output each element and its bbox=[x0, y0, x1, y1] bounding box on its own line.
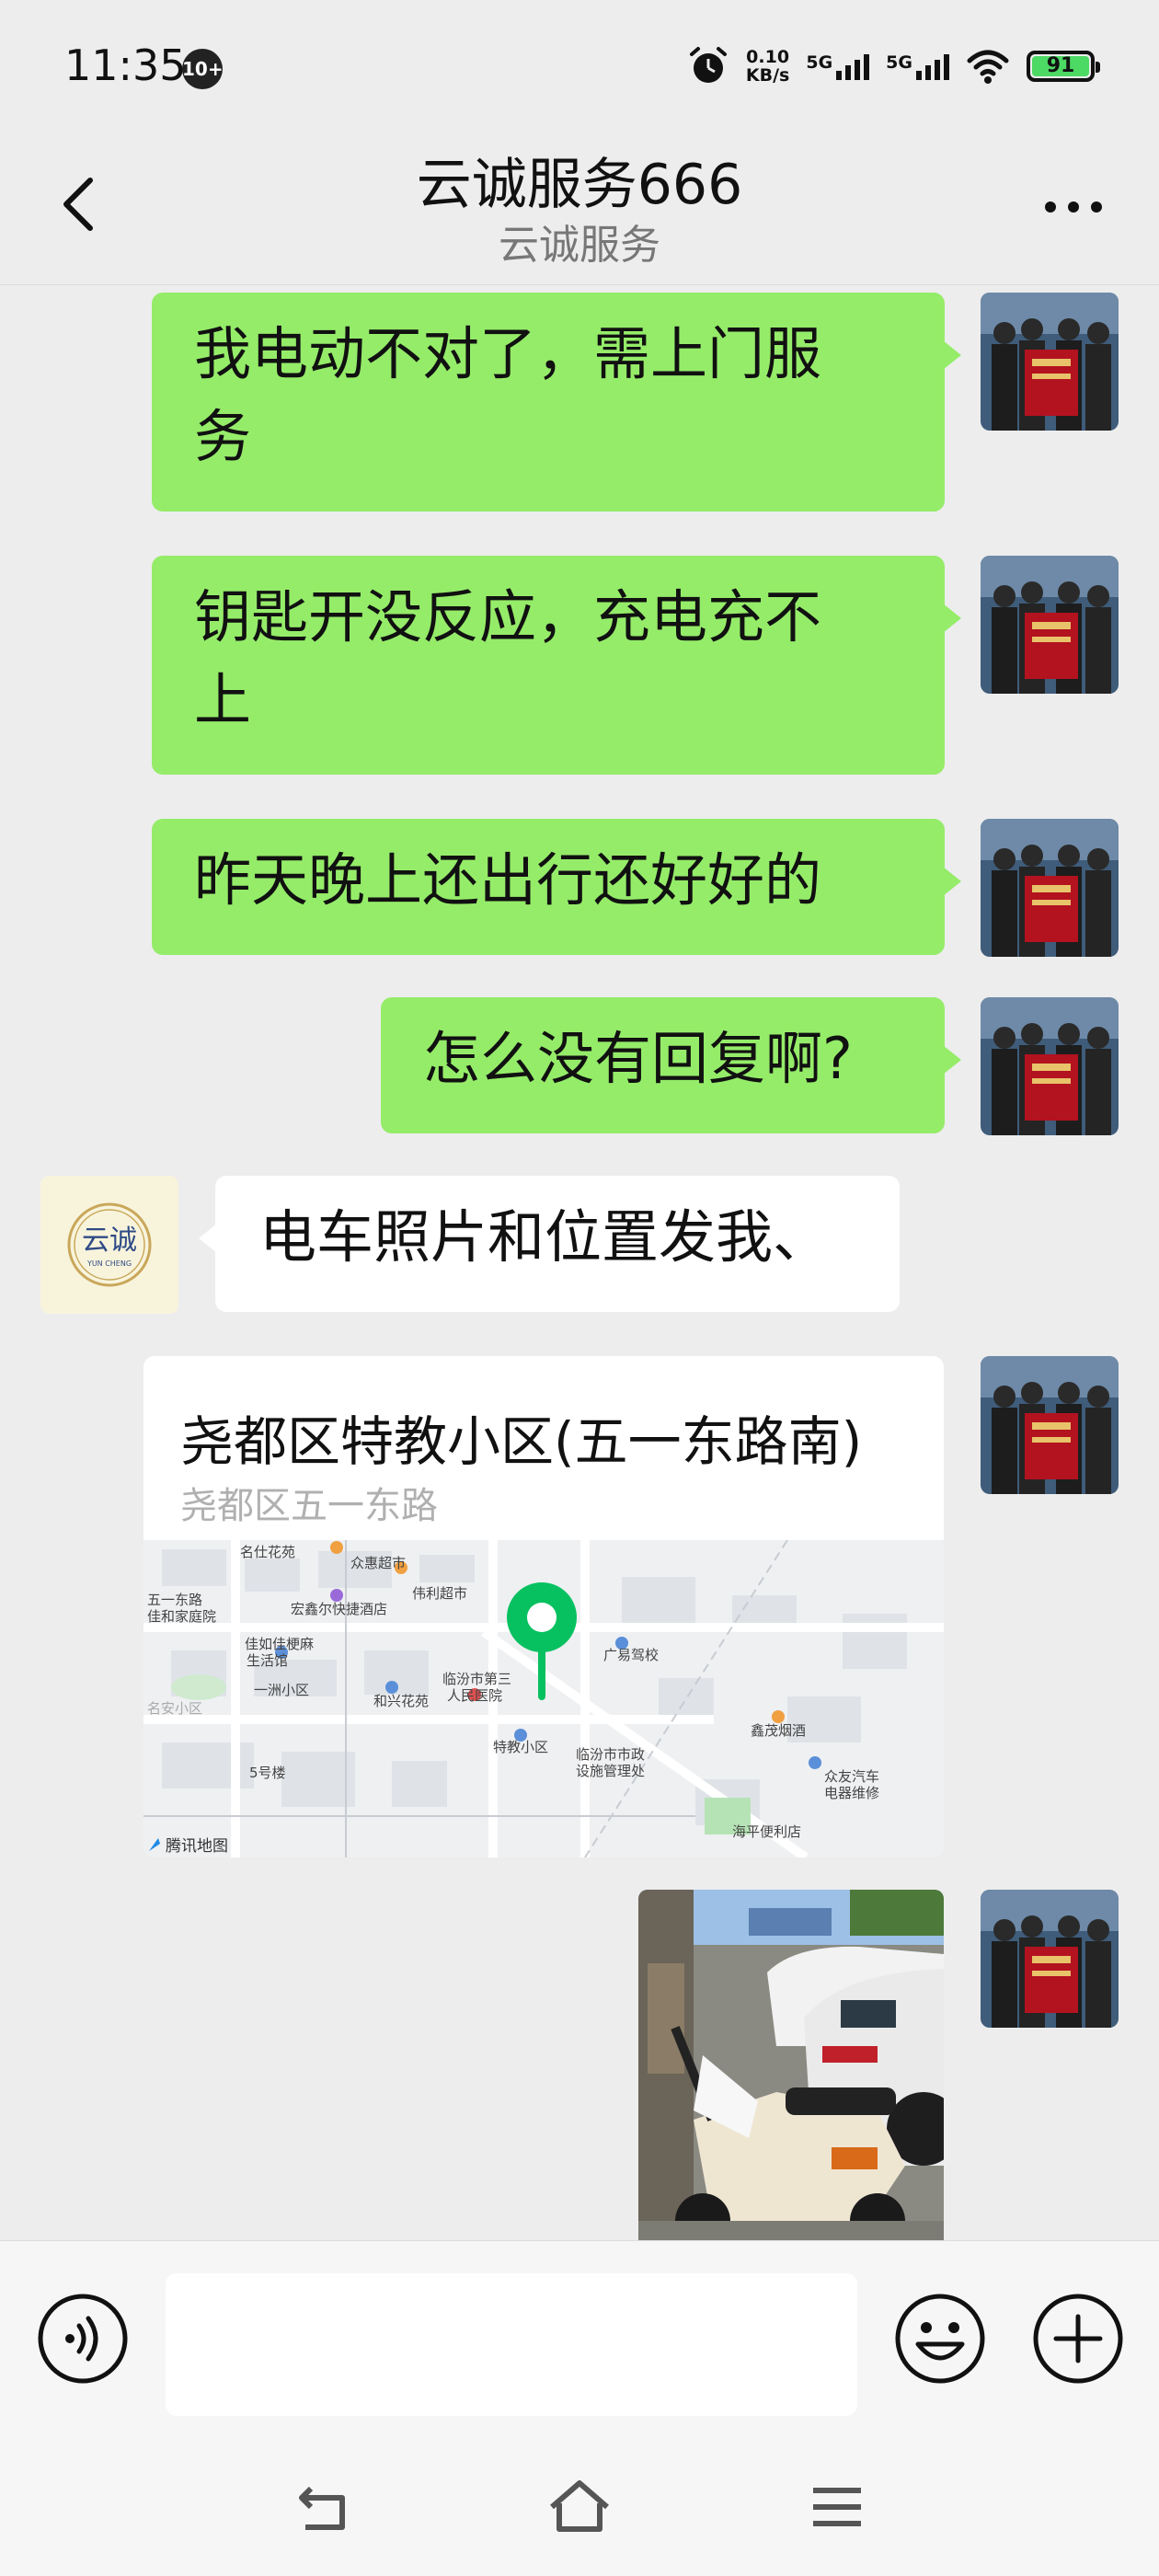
map-label: 电器维修 bbox=[824, 1785, 879, 1801]
battery-level: 91 bbox=[1032, 56, 1089, 76]
sent-message-bubble[interactable]: 昨天晚上还出行还好好的 bbox=[152, 819, 961, 955]
message-text: 怎么没有回复啊? bbox=[423, 1025, 853, 1092]
map-label: 名仕花苑 bbox=[240, 1544, 295, 1560]
map-label: 伟利超市 bbox=[412, 1585, 467, 1602]
my-avatar[interactable] bbox=[981, 1890, 1119, 2028]
signal-1: 5G bbox=[806, 52, 870, 80]
message-input[interactable] bbox=[166, 2273, 857, 2416]
map-label: 特教小区 bbox=[493, 1739, 548, 1755]
sent-message-bubble[interactable]: 怎么没有回复啊? bbox=[381, 997, 961, 1133]
alarm-icon bbox=[689, 47, 727, 83]
system-back-button[interactable] bbox=[285, 2470, 359, 2544]
map-label: 临汾市市政 bbox=[576, 1746, 645, 1763]
chat-header: 云诚服务666 云诚服务 bbox=[0, 138, 1159, 285]
network-speed-value: 0.10 bbox=[746, 47, 790, 67]
message-text: 上 bbox=[194, 666, 252, 733]
my-avatar[interactable] bbox=[981, 1356, 1119, 1494]
map-label: 鑫茂烟酒 bbox=[751, 1722, 806, 1739]
notification-badge: 10+ bbox=[182, 49, 224, 89]
chat-title: 云诚服务666 bbox=[416, 153, 743, 217]
map-provider-text: 腾讯地图 bbox=[166, 1837, 228, 1856]
map-label: 海平便利店 bbox=[732, 1823, 801, 1840]
wifi-icon bbox=[967, 50, 1009, 84]
scooter-photo bbox=[638, 1890, 944, 2240]
system-navigation-bar bbox=[0, 2433, 1159, 2576]
sent-message-bubble[interactable]: 钥匙开没反应，充电充不 上 bbox=[152, 556, 961, 775]
system-back-icon bbox=[299, 2486, 345, 2530]
user-photo-icon bbox=[981, 293, 1119, 431]
map-label: 五一东路 bbox=[147, 1592, 202, 1608]
status-time: 11:35 bbox=[64, 40, 187, 90]
chat-message-list[interactable]: 我电动不对了，需上门服 务 钥匙开没反应，充电充不 上 昨天晚上还出行还好好的 … bbox=[0, 285, 1159, 2240]
map-label: 宏鑫尔快捷酒店 bbox=[291, 1601, 387, 1617]
map-label: 众惠超市 bbox=[350, 1555, 406, 1571]
battery-icon: 91 bbox=[1027, 51, 1100, 82]
my-avatar[interactable] bbox=[981, 819, 1119, 957]
my-avatar[interactable] bbox=[981, 997, 1119, 1135]
map-label: 人民医院 bbox=[447, 1687, 502, 1704]
sent-message-bubble[interactable]: 我电动不对了，需上门服 务 bbox=[152, 293, 961, 512]
message-text: 我电动不对了，需上门服 bbox=[194, 320, 822, 387]
contact-avatar[interactable]: 云诚 YUN CHENG bbox=[40, 1176, 178, 1314]
signal-2-label: 5G bbox=[886, 52, 912, 73]
location-title: 尧都区特教小区(五一东路南) bbox=[180, 1410, 863, 1473]
ellipsis-icon bbox=[1045, 201, 1102, 213]
user-photo-icon bbox=[981, 819, 1119, 957]
user-photo-icon bbox=[981, 997, 1119, 1135]
map-label: 生活馆 bbox=[247, 1652, 288, 1669]
map-label: 一洲小区 bbox=[254, 1682, 309, 1698]
message-text: 电车照片和位置发我、 bbox=[259, 1203, 831, 1271]
message-text: 务 bbox=[194, 403, 252, 470]
location-message-card[interactable]: 尧都区特教小区(五一东路南) 尧都区五一东路 名仕花苑 众惠超市 伟利超市 宏鑫… bbox=[143, 1356, 944, 1857]
received-message-bubble[interactable]: 电车照片和位置发我、 bbox=[199, 1176, 900, 1312]
chat-subtitle: 云诚服务 bbox=[499, 222, 660, 269]
user-photo-icon bbox=[981, 1890, 1119, 2028]
more-button[interactable] bbox=[1032, 175, 1115, 239]
map-label: 广易驾校 bbox=[603, 1647, 659, 1663]
signal-bars-icon bbox=[836, 52, 870, 80]
message-text: 钥匙开没反应，充电充不 bbox=[194, 583, 822, 650]
user-photo-icon bbox=[981, 1356, 1119, 1494]
my-avatar[interactable] bbox=[981, 293, 1119, 431]
signal-2: 5G bbox=[886, 52, 949, 80]
plus-button[interactable] bbox=[1032, 2293, 1124, 2385]
map-label: 名安小区 bbox=[147, 1700, 202, 1717]
network-speed-unit: KB/s bbox=[745, 65, 790, 86]
user-photo-icon bbox=[981, 556, 1119, 694]
network-speed: 0.10 KB/s bbox=[746, 48, 789, 85]
message-text: 昨天晚上还出行还好好的 bbox=[194, 846, 822, 914]
voice-button[interactable] bbox=[37, 2293, 129, 2385]
home-icon bbox=[550, 2480, 609, 2532]
voice-icon bbox=[38, 2294, 128, 2384]
map-label: 设施管理处 bbox=[576, 1763, 645, 1779]
logo-text: 云诚 bbox=[82, 1225, 137, 1257]
emoji-button[interactable] bbox=[894, 2293, 986, 2385]
signal-1-label: 5G bbox=[806, 52, 833, 73]
map-label: 临汾市第三 bbox=[442, 1671, 511, 1687]
signal-bars-icon bbox=[916, 52, 949, 80]
plus-circle-icon bbox=[1033, 2294, 1123, 2384]
logo-subtext: YUN CHENG bbox=[86, 1259, 132, 1268]
chat-input-bar bbox=[0, 2240, 1159, 2433]
my-avatar[interactable] bbox=[981, 556, 1119, 694]
map-label: 佳和家庭院 bbox=[147, 1608, 216, 1625]
yuncheng-logo-icon: 云诚 YUN CHENG bbox=[40, 1176, 178, 1314]
system-menu-button[interactable] bbox=[800, 2470, 874, 2544]
map-label: 5号楼 bbox=[249, 1765, 286, 1781]
status-bar: 11:35 10+ 0.10 KB/s 5G 5G 91 bbox=[0, 0, 1159, 138]
status-icons: 0.10 KB/s 5G 5G 91 bbox=[687, 40, 1100, 92]
system-home-button[interactable] bbox=[543, 2470, 616, 2544]
map-label: 众友汽车 bbox=[824, 1768, 879, 1785]
photo-message[interactable] bbox=[638, 1890, 944, 2240]
location-address: 尧都区五一东路 bbox=[180, 1485, 438, 1527]
menu-icon bbox=[813, 2488, 861, 2526]
location-map-thumbnail[interactable]: 名仕花苑 众惠超市 伟利超市 宏鑫尔快捷酒店 五一东路 佳和家庭院 佳如佳梗麻 … bbox=[143, 1540, 944, 1857]
smile-emoji-icon bbox=[895, 2294, 985, 2384]
map-label: 和兴花苑 bbox=[373, 1693, 429, 1709]
map-label: 佳如佳梗麻 bbox=[245, 1636, 314, 1652]
